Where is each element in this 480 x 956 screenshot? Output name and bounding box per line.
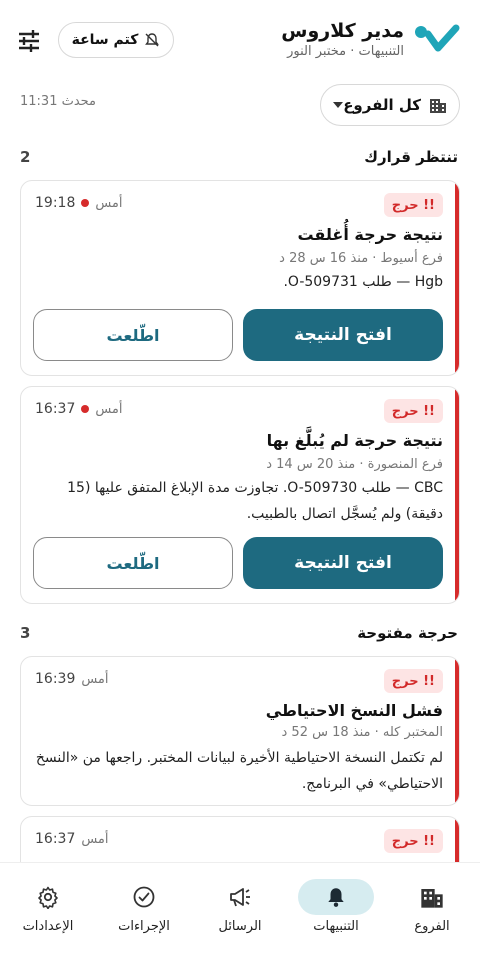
- section-count: 3: [20, 624, 31, 642]
- nav-icon-wrap: [298, 879, 374, 915]
- alert-time: أمس 19:18: [35, 195, 123, 211]
- nav-label: الفروع: [414, 919, 450, 934]
- alert-meta: فرع أسيوط · منذ 16 س 28 د: [279, 251, 443, 266]
- nav-label: الإجراءات: [118, 919, 170, 934]
- section-title: حرجة مفتوحة: [357, 624, 458, 642]
- critical-badge: !! حرج: [383, 829, 443, 853]
- alert-time: أمس 16:37: [35, 831, 109, 847]
- bottom-nav: الفروع التنبيهات الرسائل الإجراءات الإعد…: [0, 862, 480, 956]
- alert-clock: 16:39: [35, 671, 76, 687]
- nav-item-settings[interactable]: الإعدادات: [0, 863, 96, 956]
- alert-clock: 19:18: [35, 195, 76, 211]
- megaphone-icon: [230, 888, 250, 907]
- critical-badge: !! حرج: [383, 399, 443, 423]
- updated-timestamp: محدث 11:31: [20, 94, 97, 109]
- chevron-down-icon: [333, 102, 343, 108]
- section-title: تنتظر قرارك: [364, 148, 458, 166]
- open-result-button[interactable]: افتح النتيجة: [243, 537, 443, 589]
- alert-day: أمس: [81, 831, 109, 847]
- alert-clock: 16:37: [35, 831, 76, 847]
- acknowledge-button[interactable]: اطّلعت: [33, 537, 233, 589]
- critical-badge: !! حرج: [383, 193, 443, 217]
- check-circle-icon: [133, 886, 155, 908]
- alert-clock: 16:37: [35, 401, 76, 417]
- section-header-open: حرجة مفتوحة 3: [20, 624, 458, 642]
- unread-dot-icon: [81, 199, 90, 207]
- nav-icon-wrap: [394, 879, 470, 915]
- alert-time: أمس 16:37: [35, 401, 123, 417]
- alert-day: أمس: [95, 195, 123, 211]
- alert-body: لم تكتمل النسخة الاحتياطية الأخيرة لبيان…: [35, 750, 443, 792]
- nav-item-messages[interactable]: الرسائل: [192, 863, 288, 956]
- alert-meta: فرع المنصورة · منذ 20 س 14 د: [266, 457, 443, 472]
- gear-icon: [38, 886, 58, 909]
- nav-item-branches[interactable]: الفروع: [384, 863, 480, 956]
- section-count: 2: [20, 148, 31, 166]
- alert-day: أمس: [81, 671, 109, 687]
- nav-icon-wrap: [106, 879, 182, 915]
- app-subtitle: التنبيهات · مختبر النور: [287, 44, 404, 59]
- critical-badge: !! حرج: [383, 669, 443, 693]
- app-title: مدير كلاروس: [281, 20, 404, 42]
- bell-off-icon: [145, 33, 160, 47]
- alert-meta: المختبر كله · منذ 18 س 52 د: [281, 725, 444, 740]
- bell-icon: [328, 888, 344, 907]
- alert-title: فشل النسخ الاحتياطي: [265, 701, 443, 720]
- alert-title: نتيجة حرجة أُغلقت: [297, 225, 443, 244]
- nav-icon-wrap: [10, 879, 86, 915]
- nav-item-actions[interactable]: الإجراءات: [96, 863, 192, 956]
- alert-body: CBC — طلب O-509730. تجاوزت مدة الإبلاغ ا…: [67, 480, 443, 522]
- app-logo-icon: [415, 24, 460, 52]
- alert-card[interactable]: !! حرج أمس 16:39 فشل النسخ الاحتياطي الم…: [20, 656, 460, 806]
- branch-select[interactable]: كل الفروع: [320, 84, 460, 126]
- mute-hour-label: كتم ساعة: [71, 32, 139, 48]
- alert-card[interactable]: !! حرج أمس 16:37 نتيجة حرجة لم يُبلَّغ ب…: [20, 386, 460, 604]
- acknowledge-button[interactable]: اطّلعت: [33, 309, 233, 361]
- alert-card[interactable]: !! حرج أمس 19:18 نتيجة حرجة أُغلقت فرع أ…: [20, 180, 460, 376]
- open-result-button[interactable]: افتح النتيجة: [243, 309, 443, 361]
- section-header-awaiting: تنتظر قرارك 2: [20, 148, 458, 166]
- alert-day: أمس: [95, 401, 123, 417]
- branch-select-value: كل الفروع: [343, 96, 421, 114]
- nav-icon-wrap: [202, 879, 278, 915]
- mute-hour-button[interactable]: كتم ساعة: [58, 22, 174, 58]
- alert-time: أمس 16:39: [35, 671, 109, 687]
- nav-label: التنبيهات: [313, 919, 359, 934]
- nav-item-alerts[interactable]: التنبيهات: [288, 863, 384, 956]
- building-icon: [430, 99, 446, 113]
- building-icon: [421, 889, 443, 908]
- nav-label: الرسائل: [218, 919, 262, 934]
- alert-title: نتيجة حرجة لم يُبلَّغ بها: [266, 431, 443, 450]
- filter-sliders-icon[interactable]: [16, 28, 42, 54]
- nav-label: الإعدادات: [22, 919, 74, 934]
- app-header: مدير كلاروس التنبيهات · مختبر النور كتم …: [0, 0, 480, 80]
- alert-body: Hgb — طلب O-509731.: [283, 274, 443, 290]
- unread-dot-icon: [81, 405, 90, 413]
